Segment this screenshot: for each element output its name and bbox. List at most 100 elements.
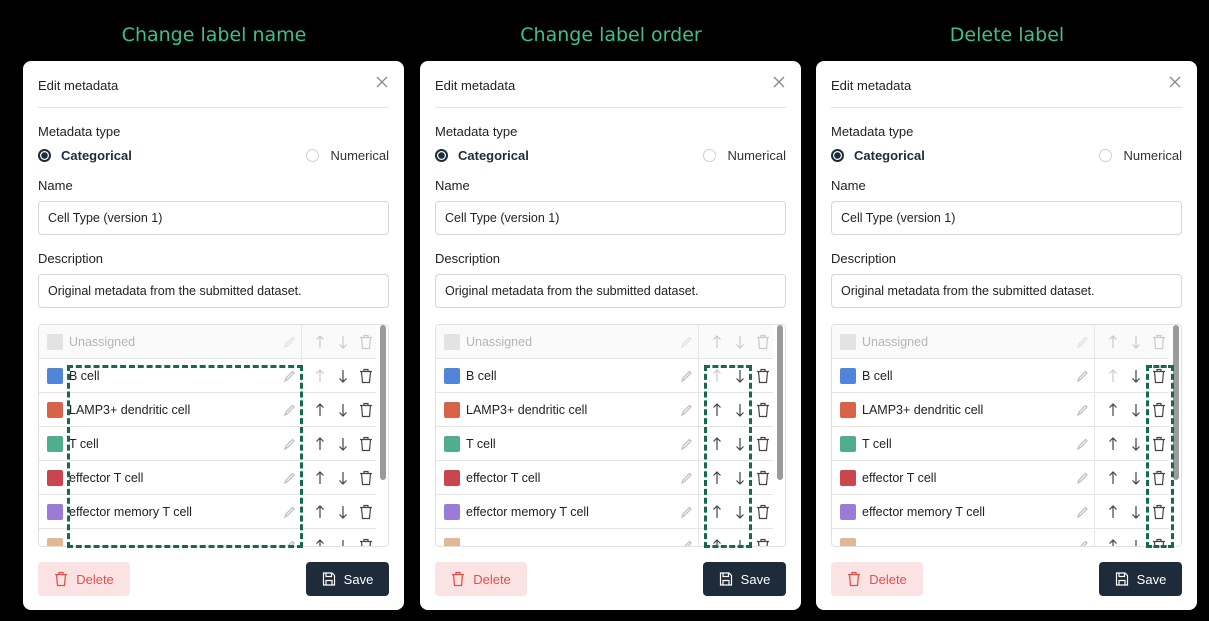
trash-icon[interactable] xyxy=(359,470,373,486)
arrow-down-icon[interactable] xyxy=(1129,504,1143,520)
arrow-down-icon[interactable] xyxy=(336,504,350,520)
arrow-up-icon[interactable] xyxy=(710,538,724,546)
arrow-down-icon[interactable] xyxy=(733,368,747,384)
scrollbar-thumb[interactable] xyxy=(777,325,783,480)
trash-icon[interactable] xyxy=(359,436,373,452)
pencil-icon[interactable] xyxy=(1075,470,1089,486)
pencil-icon[interactable] xyxy=(679,470,693,486)
arrow-down-icon[interactable] xyxy=(336,470,350,486)
delete-button[interactable]: Delete xyxy=(435,562,527,596)
arrow-up-icon[interactable] xyxy=(313,538,327,546)
arrow-down-icon[interactable] xyxy=(1129,436,1143,452)
radio-categorical[interactable]: Categorical xyxy=(38,148,132,163)
arrow-up-icon[interactable] xyxy=(1106,538,1120,546)
arrow-up-icon[interactable] xyxy=(1106,504,1120,520)
trash-icon[interactable] xyxy=(756,504,770,520)
save-button[interactable]: Save xyxy=(306,562,389,596)
color-swatch[interactable] xyxy=(47,470,63,486)
arrow-down-icon[interactable] xyxy=(1129,402,1143,418)
pencil-icon[interactable] xyxy=(1075,368,1089,384)
description-field[interactable]: Original metadata from the submitted dat… xyxy=(831,274,1182,308)
arrow-up-icon[interactable] xyxy=(313,368,327,384)
trash-icon[interactable] xyxy=(756,402,770,418)
trash-icon[interactable] xyxy=(359,368,373,384)
color-swatch[interactable] xyxy=(47,436,63,452)
arrow-up-icon[interactable] xyxy=(1106,470,1120,486)
save-button[interactable]: Save xyxy=(703,562,786,596)
arrow-up-icon[interactable] xyxy=(313,504,327,520)
trash-icon[interactable] xyxy=(359,504,373,520)
pencil-icon[interactable] xyxy=(679,538,693,546)
radio-numerical[interactable]: Numerical xyxy=(703,148,786,163)
trash-icon[interactable] xyxy=(1152,436,1166,452)
trash-icon[interactable] xyxy=(1152,504,1166,520)
arrow-up-icon[interactable] xyxy=(1106,436,1120,452)
color-swatch[interactable] xyxy=(444,470,460,486)
pencil-icon[interactable] xyxy=(1075,436,1089,452)
pencil-icon[interactable] xyxy=(282,402,296,418)
scrollbar[interactable] xyxy=(1169,325,1181,546)
color-swatch[interactable] xyxy=(444,334,460,350)
color-swatch[interactable] xyxy=(444,538,460,546)
description-field[interactable]: Original metadata from the submitted dat… xyxy=(38,274,389,308)
arrow-down-icon[interactable] xyxy=(336,436,350,452)
pencil-icon[interactable] xyxy=(679,402,693,418)
color-swatch[interactable] xyxy=(47,334,63,350)
color-swatch[interactable] xyxy=(47,504,63,520)
scrollbar-thumb[interactable] xyxy=(1173,325,1179,480)
pencil-icon[interactable] xyxy=(282,538,296,546)
delete-button[interactable]: Delete xyxy=(38,562,130,596)
radio-categorical[interactable]: Categorical xyxy=(435,148,529,163)
arrow-up-icon[interactable] xyxy=(1106,402,1120,418)
arrow-down-icon[interactable] xyxy=(336,402,350,418)
color-swatch[interactable] xyxy=(47,538,63,546)
color-swatch[interactable] xyxy=(444,436,460,452)
pencil-icon[interactable] xyxy=(1075,538,1089,546)
delete-button[interactable]: Delete xyxy=(831,562,923,596)
pencil-icon[interactable] xyxy=(679,368,693,384)
color-swatch[interactable] xyxy=(47,368,63,384)
save-button[interactable]: Save xyxy=(1099,562,1182,596)
arrow-down-icon[interactable] xyxy=(733,402,747,418)
arrow-down-icon[interactable] xyxy=(1129,470,1143,486)
pencil-icon[interactable] xyxy=(679,436,693,452)
radio-categorical[interactable]: Categorical xyxy=(831,148,925,163)
arrow-up-icon[interactable] xyxy=(710,504,724,520)
color-swatch[interactable] xyxy=(840,436,856,452)
arrow-up-icon[interactable] xyxy=(710,470,724,486)
name-field[interactable]: Cell Type (version 1) xyxy=(435,201,786,235)
color-swatch[interactable] xyxy=(840,538,856,546)
pencil-icon[interactable] xyxy=(1075,504,1089,520)
scrollbar-thumb[interactable] xyxy=(380,325,386,480)
arrow-up-icon[interactable] xyxy=(313,402,327,418)
pencil-icon[interactable] xyxy=(282,436,296,452)
arrow-up-icon[interactable] xyxy=(313,470,327,486)
pencil-icon[interactable] xyxy=(679,504,693,520)
color-swatch[interactable] xyxy=(840,334,856,350)
color-swatch[interactable] xyxy=(444,402,460,418)
close-icon[interactable] xyxy=(1167,74,1183,90)
trash-icon[interactable] xyxy=(756,436,770,452)
trash-icon[interactable] xyxy=(756,470,770,486)
color-swatch[interactable] xyxy=(444,504,460,520)
trash-icon[interactable] xyxy=(1152,470,1166,486)
arrow-down-icon[interactable] xyxy=(1129,538,1143,546)
pencil-icon[interactable] xyxy=(1075,402,1089,418)
arrow-up-icon[interactable] xyxy=(710,436,724,452)
arrow-down-icon[interactable] xyxy=(336,368,350,384)
pencil-icon[interactable] xyxy=(282,470,296,486)
color-swatch[interactable] xyxy=(840,470,856,486)
close-icon[interactable] xyxy=(771,74,787,90)
arrow-down-icon[interactable] xyxy=(733,436,747,452)
trash-icon[interactable] xyxy=(1152,368,1166,384)
color-swatch[interactable] xyxy=(840,402,856,418)
trash-icon[interactable] xyxy=(1152,402,1166,418)
pencil-icon[interactable] xyxy=(282,368,296,384)
arrow-down-icon[interactable] xyxy=(733,538,747,546)
color-swatch[interactable] xyxy=(444,368,460,384)
scrollbar[interactable] xyxy=(376,325,388,546)
arrow-up-icon[interactable] xyxy=(710,368,724,384)
arrow-down-icon[interactable] xyxy=(336,538,350,546)
radio-numerical[interactable]: Numerical xyxy=(1099,148,1182,163)
scrollbar[interactable] xyxy=(773,325,785,546)
